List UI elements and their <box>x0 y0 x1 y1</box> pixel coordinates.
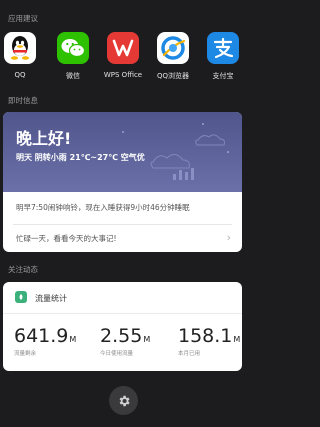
stat-caption: 流量剩余 <box>14 351 37 357</box>
divider <box>3 313 242 314</box>
stat-unit: M <box>233 335 241 344</box>
wechat-icon <box>57 32 89 64</box>
app-label: QQ浏览器 <box>156 72 190 80</box>
alipay-icon <box>207 32 239 64</box>
stat-unit: M <box>143 335 151 344</box>
app-label: 支付宝 <box>212 72 234 80</box>
stat-unit: M <box>69 335 77 344</box>
settings-button[interactable] <box>109 386 138 415</box>
weather-forecast: 明天 阴转小雨 21℃~27℃ 空气优 <box>16 153 145 162</box>
weather-card[interactable]: 晚上好! 明天 阴转小雨 21℃~27℃ 空气优 明早7:50闹钟响铃，现在入睡… <box>3 112 242 252</box>
daily-memo-text: 忙碌一天，看看今天的大事记! <box>16 234 117 243</box>
traffic-icon <box>15 291 27 303</box>
stat-remaining: 641.9M 流量剩余 <box>14 326 76 357</box>
stat-caption: 今日使用流量 <box>100 351 134 357</box>
chevron-right-icon: › <box>226 231 231 244</box>
qq-browser-icon <box>157 32 189 64</box>
daily-memo-row[interactable]: 忙碌一天，看看今天的大事记! › <box>3 225 242 252</box>
traffic-header: 流量统计 <box>3 282 242 312</box>
follow-updates-title: 关注动态 <box>8 265 38 274</box>
instant-info-title: 即时信息 <box>8 96 38 105</box>
app-wechat[interactable]: 微信 <box>49 32 97 81</box>
traffic-card[interactable]: 流量统计 641.9M 流量剩余 2.55M 今日使用流量 158.1M 本月已… <box>3 282 242 371</box>
greeting-text: 晚上好! <box>16 129 72 148</box>
wps-office-icon <box>107 32 139 64</box>
app-label: WPS Office <box>103 71 143 79</box>
stat-value: 2.55 <box>100 325 143 347</box>
stat-today: 2.55M 今日使用流量 <box>100 326 150 357</box>
app-qq-browser[interactable]: QQ浏览器 <box>149 32 197 81</box>
traffic-title: 流量统计 <box>35 294 67 303</box>
gear-icon <box>119 395 130 406</box>
stat-month: 158.1M 本月已用 <box>178 326 240 357</box>
stat-value: 158.1 <box>178 325 233 347</box>
stat-value: 641.9 <box>14 325 69 347</box>
weather-banner: 晚上好! 明天 阴转小雨 21℃~27℃ 空气优 <box>3 112 242 192</box>
alarm-info: 明早7:50闹钟响铃，现在入睡获得9小时46分钟睡眠 <box>16 203 190 212</box>
app-alipay[interactable]: 支付宝 <box>199 32 247 81</box>
app-suggestions-title: 应用建议 <box>8 14 38 23</box>
stat-caption: 本月已用 <box>178 351 201 357</box>
app-qq[interactable]: QQ <box>0 32 44 79</box>
app-label: 微信 <box>66 72 80 80</box>
qq-icon <box>4 32 36 64</box>
app-suggestions: QQ 微信 WPS Office QQ浏览器 支付宝 <box>0 32 247 84</box>
app-label: QQ <box>14 71 26 79</box>
app-wps-office[interactable]: WPS Office <box>99 32 147 79</box>
